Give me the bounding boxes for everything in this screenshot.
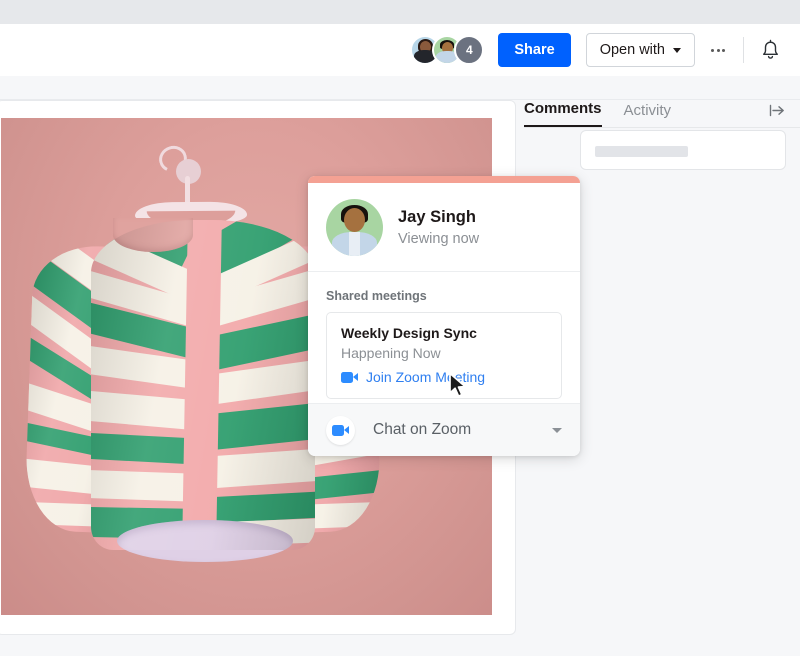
chevron-down-icon[interactable] [552, 427, 562, 433]
notifications-button[interactable] [750, 33, 790, 67]
app-window: 4 Share Open with Comments Activity Jay … [0, 0, 800, 656]
more-options-button[interactable] [699, 33, 737, 67]
avatar-body [332, 231, 377, 256]
user-name: Jay Singh [398, 208, 476, 227]
chevron-down-icon [673, 47, 681, 53]
app-header: 4 Share Open with [0, 24, 800, 76]
comment-placeholder [595, 146, 688, 157]
header-divider [743, 37, 744, 63]
comment-input[interactable] [580, 130, 786, 170]
open-with-button[interactable]: Open with [585, 33, 695, 67]
chat-on-zoom-row[interactable]: Chat on Zoom [308, 403, 580, 456]
tab-comments[interactable]: Comments [524, 100, 602, 127]
collapse-panel-button[interactable] [769, 103, 786, 118]
open-with-label: Open with [599, 42, 665, 58]
ellipsis-icon [722, 48, 725, 52]
browser-chrome-strip [0, 0, 800, 24]
meeting-title: Weekly Design Sync [341, 325, 477, 341]
ellipsis-icon [716, 48, 720, 52]
zoom-camera-icon [332, 424, 349, 436]
panel-tabs: Comments Activity [524, 88, 800, 128]
chat-on-zoom-label: Chat on Zoom [373, 421, 472, 438]
collapse-panel-icon [769, 104, 784, 117]
garment-body [91, 220, 315, 550]
tab-activity[interactable]: Activity [624, 102, 672, 127]
join-zoom-meeting-link[interactable]: Join Zoom Meeting [341, 369, 547, 385]
avatar [326, 198, 383, 256]
avatar-face [344, 207, 365, 232]
popover-accent-bar [308, 176, 580, 183]
content-area: Comments Activity Jay Singh Viewing now … [0, 100, 800, 656]
zoom-app-badge [326, 415, 355, 445]
share-button[interactable]: Share [498, 33, 571, 67]
header-actions: 4 Share Open with [410, 33, 790, 67]
meeting-card[interactable]: Weekly Design Sync Happening Now Join Zo… [326, 312, 562, 399]
avatar-overflow-count[interactable]: 4 [454, 35, 485, 65]
shared-meetings-heading: Shared meetings [326, 289, 427, 303]
popover-user-text: Jay Singh Viewing now [398, 207, 479, 247]
collaborator-avatar-stack[interactable]: 4 [410, 35, 485, 65]
popover-user-header: Jay Singh Viewing now [308, 183, 580, 272]
zoom-camera-icon [341, 371, 358, 383]
user-status: Viewing now [398, 230, 480, 247]
garment-hem [117, 520, 293, 562]
garment-neckline [113, 218, 193, 252]
join-zoom-meeting-label: Join Zoom Meeting [366, 369, 486, 385]
presence-popover: Jay Singh Viewing now Shared meetings We… [308, 176, 580, 456]
meeting-status: Happening Now [341, 345, 441, 361]
ellipsis-icon [711, 48, 714, 52]
bell-icon [762, 39, 778, 59]
